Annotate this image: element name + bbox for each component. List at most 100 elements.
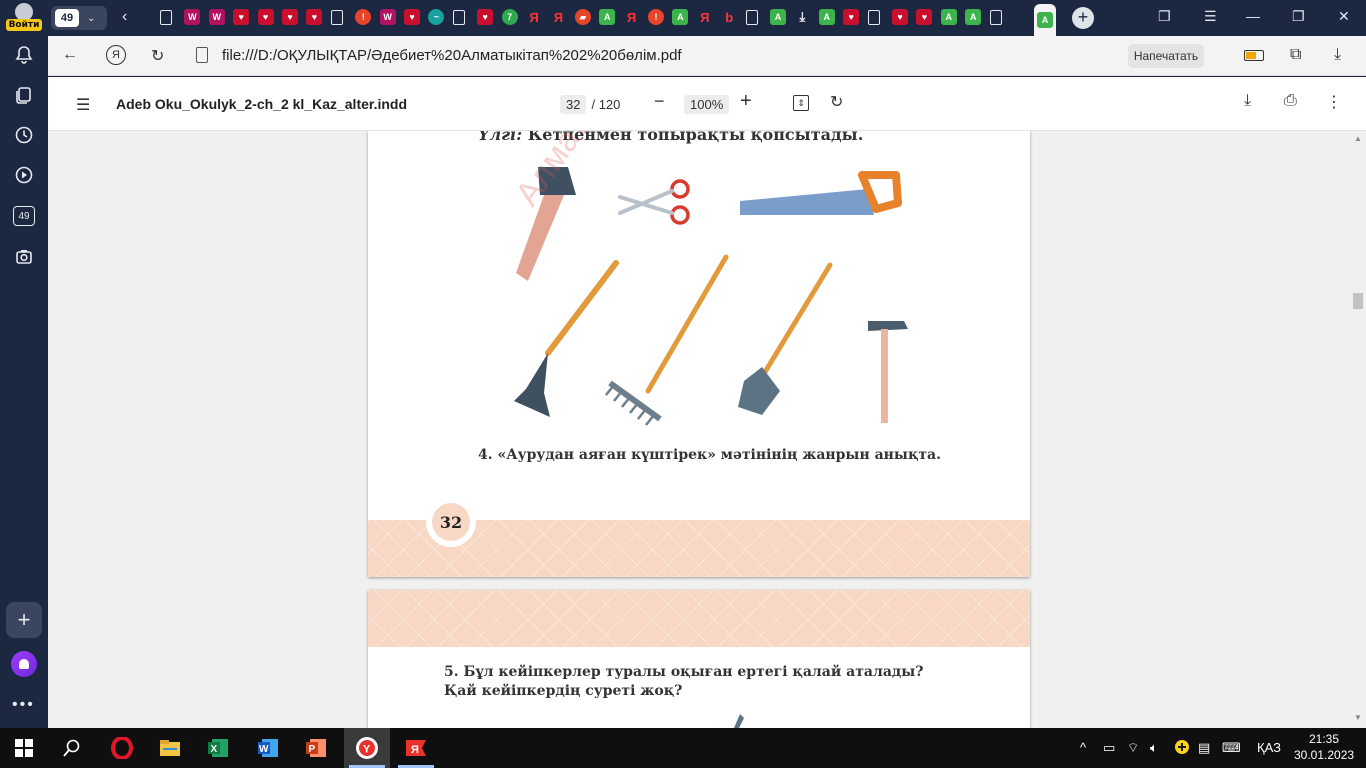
- downloads-icon[interactable]: ⤓: [1334, 46, 1341, 64]
- scroll-down-icon[interactable]: ▼: [1354, 713, 1362, 722]
- tab-favicon-red-icon[interactable]: ♥: [404, 9, 420, 25]
- tab-favicon-red-icon[interactable]: ♥: [477, 9, 494, 25]
- tab-favicon-b-icon[interactable]: b: [721, 9, 737, 25]
- video-play-icon[interactable]: [9, 160, 39, 190]
- zoom-in-button[interactable]: +: [740, 90, 752, 113]
- tab-favicon-lime-icon[interactable]: A: [770, 9, 786, 25]
- tab-favicon-orange-icon[interactable]: !: [648, 9, 664, 25]
- minimize-button[interactable]: —: [1246, 8, 1260, 24]
- print-pdf-icon[interactable]: ⎙: [1284, 92, 1297, 110]
- tab-favicon-red-icon[interactable]: ♥: [233, 9, 250, 25]
- tab-favicon-red-icon[interactable]: ♥: [916, 9, 933, 25]
- alice-assistant-icon[interactable]: [11, 651, 37, 677]
- wifi-icon[interactable]: ⌔: [1127, 740, 1139, 756]
- tab-favicon-lime-icon[interactable]: A: [965, 9, 982, 25]
- menu-hamburger-icon[interactable]: ☰: [1204, 8, 1217, 25]
- tab-favicon-ya-icon[interactable]: Я: [550, 9, 566, 25]
- active-tab[interactable]: A: [1034, 4, 1056, 36]
- tab-favicon-doc-icon[interactable]: [160, 10, 172, 25]
- tab-favicon-doc-icon[interactable]: [867, 10, 880, 25]
- tab-favicon-doc-icon[interactable]: [452, 10, 465, 25]
- collections-icon[interactable]: [9, 80, 39, 110]
- print-button[interactable]: Напечатать: [1128, 44, 1204, 68]
- rake-icon: [605, 254, 729, 426]
- tab-favicon-lime-icon[interactable]: A: [818, 9, 835, 25]
- yandex-disk-icon[interactable]: [1175, 740, 1189, 757]
- current-page-input[interactable]: 32: [560, 95, 587, 114]
- tab-favicon-lime-icon[interactable]: A: [940, 9, 957, 25]
- tab-favicon-ya-icon[interactable]: Я: [624, 9, 640, 25]
- tab-favicon-ya-icon[interactable]: Я: [697, 9, 713, 25]
- tab-favicon-magenta-icon[interactable]: W: [379, 9, 396, 25]
- word-icon[interactable]: W: [256, 736, 280, 760]
- tab-favicon-red-icon[interactable]: ♥: [843, 9, 860, 25]
- tab-manager-icon[interactable]: ❐: [1158, 8, 1171, 25]
- yandex-logo-icon[interactable]: Я: [106, 45, 126, 65]
- more-options-icon[interactable]: ⋮: [1326, 92, 1342, 112]
- opera-icon[interactable]: [110, 736, 134, 760]
- back-arrow-icon[interactable]: ←: [62, 46, 78, 64]
- more-dots-icon[interactable]: •••: [12, 696, 35, 714]
- url-field[interactable]: file:///D:/ОҚУЛЫҚТАР/Әдебиет%20Алматыкіт…: [222, 47, 682, 64]
- rotate-icon[interactable]: ↻: [830, 92, 843, 112]
- tab-favicon-download-icon[interactable]: ⤓: [794, 9, 810, 25]
- tab-favicon-magenta-icon[interactable]: W: [208, 9, 225, 25]
- tab-favicon-red-icon[interactable]: ♥: [892, 9, 908, 25]
- login-button[interactable]: Войти: [4, 2, 44, 34]
- pdf-menu-icon[interactable]: ☰: [76, 95, 90, 115]
- volume-icon[interactable]: 🔈︎: [1150, 740, 1158, 756]
- language-indicator[interactable]: ҚАЗ: [1257, 740, 1281, 755]
- battery-saver-icon[interactable]: [1244, 50, 1264, 61]
- close-window-button[interactable]: ✕: [1338, 8, 1350, 25]
- fit-page-icon[interactable]: ⇕: [793, 95, 809, 111]
- system-clock[interactable]: 21:35 30.01.2023: [1294, 731, 1354, 763]
- file-explorer-icon[interactable]: [158, 736, 182, 760]
- extensions-icon[interactable]: ⧉: [1290, 46, 1301, 64]
- notifications-icon[interactable]: ▤: [1198, 740, 1210, 756]
- tab-counter-button[interactable]: 49 ⌄: [51, 6, 107, 30]
- download-pdf-icon[interactable]: ⤓: [1244, 92, 1251, 110]
- tab-favicon-magenta-icon[interactable]: W: [184, 9, 201, 25]
- restore-button[interactable]: ❐: [1292, 8, 1305, 25]
- tab-favicon-doc-icon[interactable]: [745, 10, 758, 25]
- tab-count: 49: [55, 9, 79, 27]
- windows-start-icon[interactable]: [12, 736, 36, 760]
- zoom-level-input[interactable]: 100%: [684, 95, 730, 114]
- scroll-up-icon[interactable]: ▲: [1354, 134, 1362, 143]
- file-icon: [196, 47, 208, 63]
- history-clock-icon[interactable]: [9, 120, 39, 150]
- address-bar: ← Я ↻ file:///D:/ОҚУЛЫҚТАР/Әдебиет%20Алм…: [48, 36, 1366, 76]
- tab-favicon-teal-icon[interactable]: ~: [428, 9, 445, 25]
- excel-icon[interactable]: X: [206, 736, 230, 760]
- new-tab-button[interactable]: +: [1072, 7, 1094, 29]
- tab-favicon-orange-icon[interactable]: !: [355, 9, 372, 25]
- clock-date: 30.01.2023: [1294, 748, 1355, 762]
- screenshot-camera-icon[interactable]: [9, 242, 39, 272]
- search-icon[interactable]: [60, 736, 84, 760]
- tray-chevron-up-icon[interactable]: ^: [1080, 740, 1086, 755]
- tab-favicon-red-icon[interactable]: ♥: [282, 9, 298, 25]
- tab-scroll-left-icon[interactable]: ‹: [122, 8, 127, 26]
- tab-favicon-doc-icon[interactable]: [330, 10, 343, 25]
- add-sidebar-panel-button[interactable]: +: [6, 602, 42, 638]
- powerpoint-icon[interactable]: P: [304, 736, 328, 760]
- battery-icon[interactable]: ▭: [1103, 740, 1115, 756]
- keyboard-icon[interactable]: ⌨︎: [1222, 740, 1241, 756]
- yandex-browser-icon[interactable]: Y: [355, 736, 379, 760]
- reload-icon[interactable]: ↻: [151, 46, 164, 66]
- pdf-viewer[interactable]: Үлгі: Кетпенмен топырақты қопсытады. 4. …: [48, 131, 1350, 728]
- yandex-app-icon[interactable]: Я: [404, 736, 428, 760]
- tab-favicon-lime-icon[interactable]: A: [599, 9, 616, 25]
- tab-favicon-img-icon[interactable]: ▰: [574, 9, 591, 25]
- tab-favicon-red-icon[interactable]: ♥: [257, 9, 274, 25]
- zoom-out-button[interactable]: −: [654, 91, 665, 112]
- notifications-bell-icon[interactable]: [9, 40, 39, 70]
- scrollbar-thumb[interactable]: [1353, 293, 1363, 309]
- tabs-count-badge[interactable]: 49: [13, 206, 35, 226]
- tab-favicon-lime-icon[interactable]: A: [672, 9, 689, 25]
- tab-favicon-red-icon[interactable]: ♥: [306, 9, 323, 25]
- tab-favicon-ya-icon[interactable]: Я: [526, 9, 542, 25]
- tab-favicon-green-icon[interactable]: 7: [501, 9, 518, 25]
- tab-favicon-doc-icon[interactable]: [989, 10, 1002, 25]
- vertical-scrollbar[interactable]: ▲ ▼: [1350, 131, 1366, 728]
